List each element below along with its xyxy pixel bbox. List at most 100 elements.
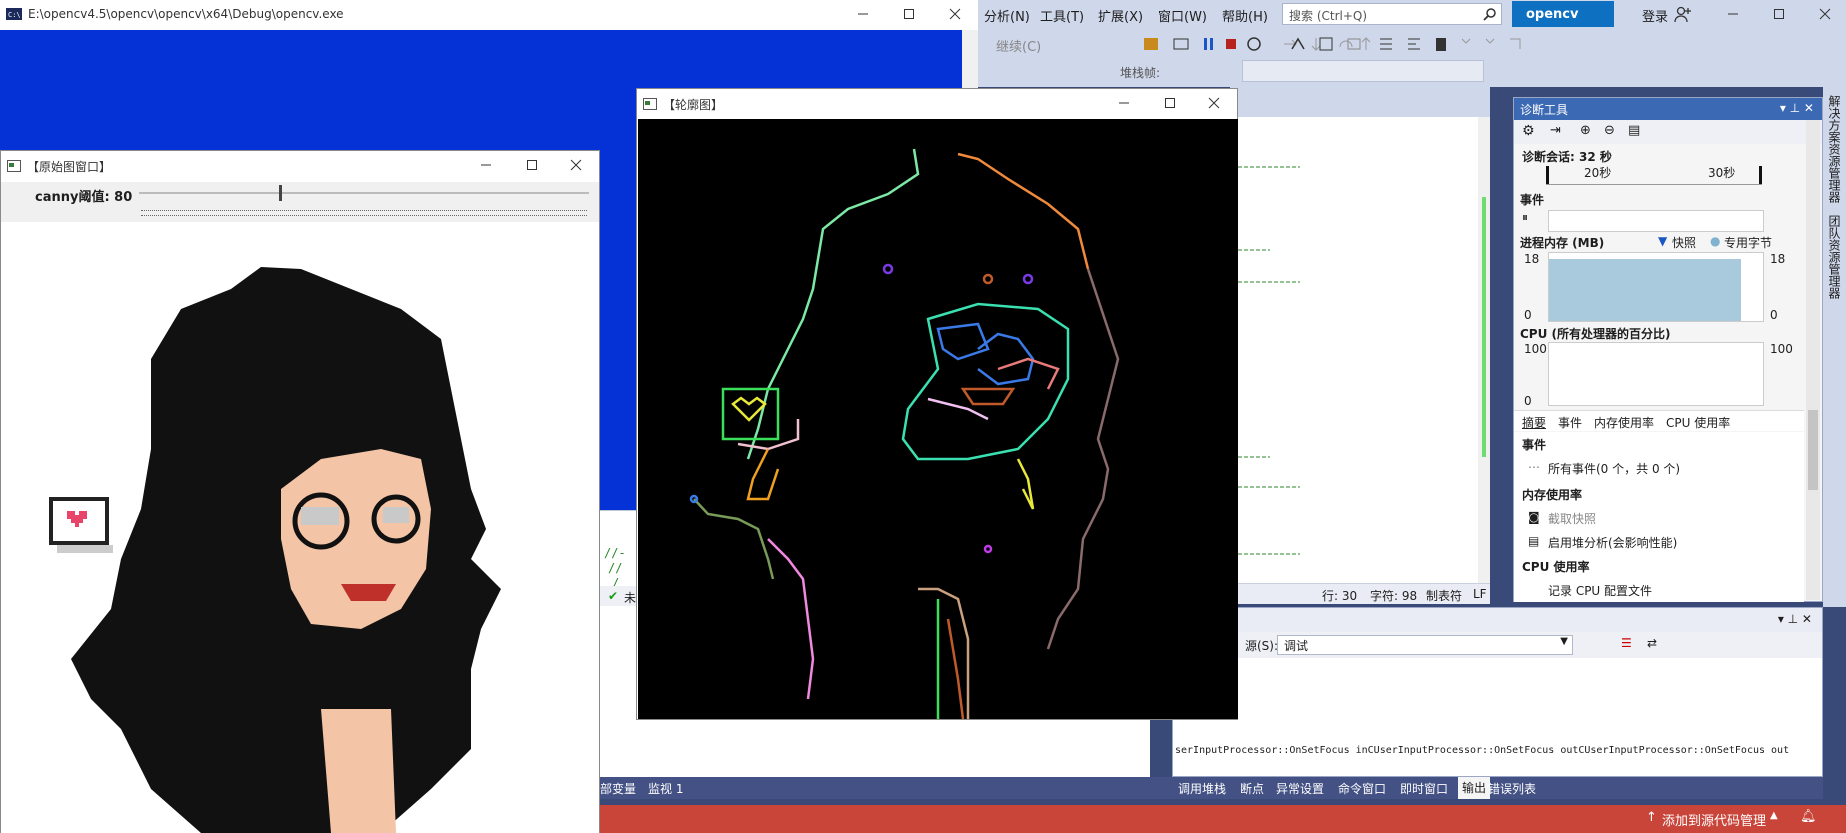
summary-events-heading: 事件 (1522, 438, 1547, 452)
pixel-art-portrait (1, 229, 599, 833)
search-placeholder: 搜索 (Ctrl+Q) (1289, 9, 1368, 23)
tab-locals[interactable]: 部变量 (600, 780, 636, 797)
tab-error-list[interactable]: 错误列表 (1488, 780, 1536, 797)
search-input[interactable]: 搜索 (Ctrl+Q) (1282, 3, 1502, 25)
cpu-graph[interactable] (1548, 342, 1764, 406)
stack-frame-label: 堆栈帧: (1120, 66, 1161, 80)
tab-output[interactable]: 输出 (1458, 777, 1491, 799)
tab-immediate-window[interactable]: 即时窗口 (1400, 780, 1448, 797)
vs-maximize-button[interactable] (1756, 0, 1802, 28)
tab-call-stack[interactable]: 调用堆栈 (1178, 780, 1226, 797)
source-label: 源(S): (1245, 639, 1279, 653)
events-heading[interactable]: 事件 (1520, 191, 1544, 208)
tab-breakpoints[interactable]: 断点 (1240, 780, 1264, 797)
stack-frame-dropdown[interactable] (1242, 60, 1484, 82)
console-close-button[interactable] (932, 0, 978, 28)
menu-analyze[interactable]: 分析(N) (984, 6, 1030, 25)
code-editor[interactable] (1230, 117, 1490, 587)
tab-events[interactable]: 事件 (1558, 414, 1582, 431)
clear-all-icon[interactable]: ☰ (1621, 636, 1632, 650)
zoom-in-icon[interactable]: ⊕ (1580, 123, 1591, 138)
menu-tools[interactable]: 工具(T) (1040, 6, 1084, 25)
memory-min-left: 0 (1524, 308, 1532, 322)
summary-cpu-heading: CPU 使用率 (1522, 560, 1590, 574)
export-icon[interactable]: ⇥ (1550, 123, 1561, 138)
user-add-icon[interactable] (1674, 5, 1692, 23)
source-select[interactable]: 调试 ▼ (1277, 635, 1573, 655)
memory-heading[interactable]: 进程内存 (MB) (1520, 234, 1604, 251)
tick-20s: 20秒 (1584, 166, 1612, 180)
vs-minimize-button[interactable] (1710, 0, 1756, 28)
login-link[interactable]: 登录 (1642, 6, 1668, 25)
cpu-max-right: 100 (1770, 342, 1793, 356)
continue-button[interactable]: 继续(C) (996, 36, 1041, 55)
zoom-out-icon[interactable]: ⊖ (1604, 123, 1615, 138)
original-window-title: 【原始图窗口】 (27, 160, 112, 174)
source-control-button[interactable]: 添加到源代码管理 (1662, 810, 1766, 829)
solution-explorer-tab[interactable]: 解决方案资源管理器 (1826, 95, 1843, 203)
summary-memory-heading: 内存使用率 (1522, 488, 1583, 502)
output-toolbar: 源(S): 调试 ▼ ☰ ⇄ (1173, 632, 1822, 658)
timeline-ruler[interactable]: 20秒 30秒 (1546, 164, 1762, 185)
trackbar-ticks (141, 210, 587, 216)
chart-icon[interactable]: ▤ (1628, 123, 1640, 138)
trackbar-label: canny阈值: 80 (35, 190, 133, 205)
contour-image (638, 119, 1238, 719)
heap-profiling-button[interactable]: 启用堆分析(会影响性能) (1548, 534, 1677, 551)
solution-name-badge: opencv (1512, 1, 1614, 27)
cpu-heading[interactable]: CPU (所有处理器的百分比) (1520, 325, 1671, 342)
vs-close-button[interactable] (1802, 0, 1846, 28)
contour-window-title: 【轮廓图】 (663, 98, 724, 112)
output-window-controls[interactable]: ▾ ⊥ ✕ (1778, 612, 1812, 626)
memory-area (1549, 259, 1741, 321)
team-explorer-tab[interactable]: 团队资源管理器 (1826, 215, 1843, 299)
menu-extensions[interactable]: 扩展(X) (1098, 6, 1143, 25)
diag-toolbar: ⚙ ⇥ ⊕ ⊖ ▤ (1514, 120, 1822, 144)
contour-close-button[interactable] (1191, 89, 1237, 117)
diag-pin-icon[interactable]: ▾ ⊥ ✕ (1780, 101, 1814, 115)
caret-up-icon: ▲ (1770, 810, 1778, 821)
tab-watch-1[interactable]: 监视 1 (648, 780, 683, 797)
word-wrap-icon[interactable]: ⇄ (1647, 636, 1657, 650)
contour-maximize-button[interactable] (1147, 89, 1193, 117)
all-events-link[interactable]: 所有事件(0 个，共 0 个) (1548, 460, 1680, 477)
debug-extra-icons[interactable] (1290, 35, 1570, 53)
original-close-button[interactable] (553, 151, 599, 179)
diag-scrollbar[interactable] (1806, 120, 1820, 600)
memory-min-right: 0 (1770, 308, 1778, 322)
tab-exception-settings[interactable]: 异常设置 (1276, 780, 1324, 797)
eol-indicator[interactable]: LF (1473, 587, 1487, 601)
memory-graph[interactable] (1548, 252, 1764, 322)
menu-window[interactable]: 窗口(W) (1158, 6, 1207, 25)
original-minimize-button[interactable] (463, 151, 509, 179)
take-snapshot-button[interactable]: 截取快照 (1548, 510, 1596, 527)
window-app-icon (643, 98, 657, 110)
notification-bell-icon[interactable]: 🔔︎ (1800, 809, 1817, 824)
output-log-line: serInputProcessor::OnSetFocus inCUserInp… (1175, 745, 1790, 756)
record-cpu-button[interactable]: 记录 CPU 配置文件 (1548, 582, 1652, 599)
session-label: 诊断会话: 32 秒 (1522, 150, 1612, 164)
console-title: E:\opencv4.5\opencv\opencv\x64\Debug\ope… (28, 7, 344, 21)
original-maximize-button[interactable] (509, 151, 555, 179)
portrait-image (49, 267, 501, 833)
trackbar-thumb[interactable] (279, 185, 282, 201)
trackbar-track[interactable] (139, 192, 589, 194)
console-maximize-button[interactable] (886, 0, 932, 28)
output-panel: ▾ ⊥ ✕ 源(S): 调试 ▼ ☰ ⇄ serInputProcessor::… (1172, 607, 1823, 777)
gear-icon[interactable]: ⚙ (1522, 123, 1535, 139)
tab-cpu[interactable]: CPU 使用率 (1666, 414, 1730, 431)
camera-icon: ◙ (1528, 510, 1540, 524)
console-titlebar: C:\ E:\opencv4.5\opencv\opencv\x64\Debug… (0, 0, 978, 30)
memory-max-right: 18 (1770, 252, 1786, 266)
menu-help[interactable]: 帮助(H) (1222, 6, 1268, 25)
cpu-min-left: 0 (1524, 394, 1532, 408)
tab-memory[interactable]: 内存使用率 (1594, 414, 1654, 431)
pause-icon[interactable]: ⏸ (1522, 210, 1528, 225)
code-comment-line-1: //- (604, 546, 626, 560)
console-minimize-button[interactable] (840, 0, 886, 28)
contour-minimize-button[interactable] (1101, 89, 1147, 117)
diag-summary: 事件 ⋯ 所有事件(0 个，共 0 个) 内存使用率 ◙ 截取快照 ▤ 启用堆分… (1514, 432, 1804, 602)
tab-indicator[interactable]: 制表符 (1426, 587, 1462, 604)
tab-command-window[interactable]: 命令窗口 (1338, 780, 1386, 797)
tab-summary[interactable]: 摘要 (1522, 414, 1546, 431)
